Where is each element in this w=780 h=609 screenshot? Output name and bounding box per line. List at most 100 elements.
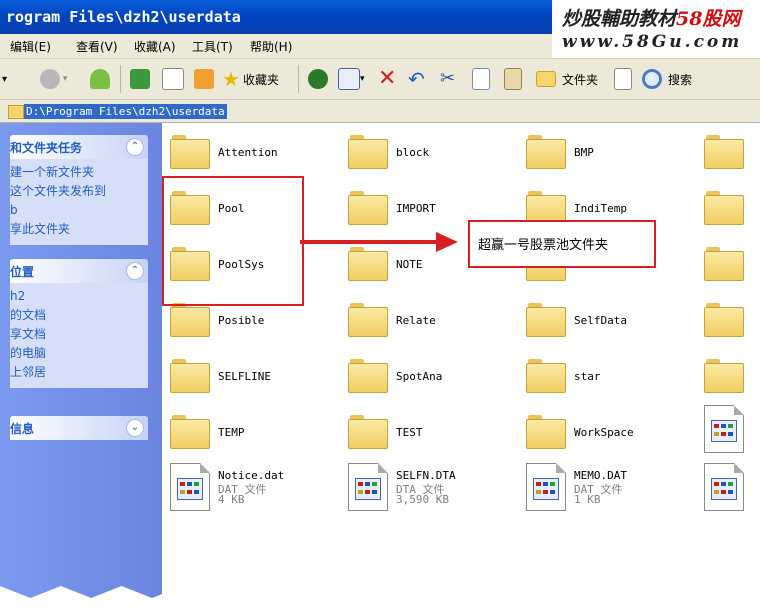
menu-view[interactable]: 查看(V) bbox=[76, 38, 118, 55]
file-item-memo[interactable]: MEMO.DAT DAT 文件 1 KB bbox=[526, 463, 696, 513]
cut-button[interactable]: ✂ bbox=[440, 67, 455, 91]
up-button[interactable] bbox=[90, 67, 110, 91]
folder-icon bbox=[526, 359, 566, 393]
folder-item[interactable]: WorkSpace bbox=[526, 411, 696, 455]
place-my-documents[interactable]: 的文档 bbox=[10, 306, 148, 325]
file-icon bbox=[170, 463, 210, 511]
folder-icon bbox=[526, 415, 566, 449]
panel-header[interactable]: 信息 ⌄ bbox=[10, 416, 148, 440]
folders-label: 文件夹 bbox=[562, 72, 599, 87]
undo-button[interactable]: ↶ bbox=[408, 67, 425, 91]
delete-icon: ✕ bbox=[378, 66, 397, 91]
folder-item[interactable]: BMP bbox=[526, 131, 696, 175]
home-icon bbox=[194, 69, 214, 89]
folder-item[interactable] bbox=[704, 187, 760, 231]
stop-button[interactable] bbox=[162, 67, 184, 91]
highlight-box bbox=[162, 176, 304, 306]
folder-item[interactable] bbox=[704, 131, 760, 175]
collapse-icon[interactable]: ⌃ bbox=[126, 138, 144, 156]
address-bar: D:\Program Files\dzh2\userdata bbox=[0, 100, 760, 123]
back-button[interactable]: ▾ bbox=[2, 67, 7, 91]
toolbar: ▾ ▾ ★ 收藏夹 ▾ ✕ ↶ ✂ 文件夹 搜索 bbox=[0, 59, 760, 100]
watermark-brand: 58股网 bbox=[676, 8, 741, 30]
folder-icon bbox=[348, 247, 388, 281]
folder-icon bbox=[348, 191, 388, 225]
views-button[interactable]: ▾ bbox=[338, 67, 365, 91]
menu-tools[interactable]: 工具(T) bbox=[192, 38, 233, 55]
folder-item[interactable]: star bbox=[526, 355, 696, 399]
file-folder-tasks-panel: 和文件夹任务 ⌃ 建一个新文件夹 这个文件夹发布到 b 享此文件夹 bbox=[10, 135, 148, 245]
folder-icon bbox=[348, 303, 388, 337]
folder-item[interactable] bbox=[704, 355, 760, 399]
arrow-head-icon bbox=[436, 232, 458, 252]
menu-edit[interactable]: 编辑(E) bbox=[10, 38, 51, 55]
paste-button[interactable] bbox=[504, 67, 522, 91]
task-publish-folder-cont[interactable]: b bbox=[10, 201, 148, 220]
search-button[interactable]: 搜索 bbox=[642, 67, 692, 91]
task-share-folder[interactable]: 享此文件夹 bbox=[10, 220, 148, 239]
file-icon bbox=[704, 405, 744, 453]
place-my-computer[interactable]: 的电脑 bbox=[10, 344, 148, 363]
menu-help[interactable]: 帮助(H) bbox=[250, 38, 292, 55]
properties-button[interactable] bbox=[614, 67, 632, 91]
folder-icon bbox=[170, 303, 210, 337]
folder-item[interactable]: TEST bbox=[348, 411, 518, 455]
history-icon bbox=[308, 69, 328, 89]
expand-icon[interactable]: ⌄ bbox=[126, 419, 144, 437]
place-shared-documents[interactable]: 享文档 bbox=[10, 325, 148, 344]
file-size: 3,590 KB bbox=[396, 493, 449, 506]
collapse-icon[interactable]: ⌃ bbox=[126, 262, 144, 280]
folder-item[interactable]: SELFLINE bbox=[170, 355, 340, 399]
folder-item[interactable]: Attention bbox=[170, 131, 340, 175]
home-button[interactable] bbox=[194, 67, 214, 91]
history-button[interactable] bbox=[308, 67, 328, 91]
file-item-selfn[interactable]: SELFN.DTA DTA 文件 3,590 KB bbox=[348, 463, 518, 513]
copy-icon bbox=[472, 68, 490, 90]
star-icon: ★ bbox=[222, 67, 240, 91]
window-title: rogram Files\dzh2\userdata bbox=[6, 8, 241, 26]
folder-item[interactable]: SelfData bbox=[526, 299, 696, 343]
copy-button[interactable] bbox=[472, 67, 490, 91]
watermark: 炒股輔助教材58股网 www.58Gu.com bbox=[552, 0, 780, 58]
panel-header[interactable]: 位置 ⌃ bbox=[10, 259, 148, 283]
delete-button[interactable]: ✕ bbox=[378, 67, 396, 91]
folder-item[interactable]: block bbox=[348, 131, 518, 175]
folders-button[interactable]: 文件夹 bbox=[536, 67, 598, 91]
panel-title: 和文件夹任务 bbox=[10, 141, 83, 155]
panel-header[interactable]: 和文件夹任务 ⌃ bbox=[10, 135, 148, 159]
folder-item[interactable]: TEMP bbox=[170, 411, 340, 455]
toolbar-separator bbox=[298, 65, 299, 93]
file-item-notice[interactable]: Notice.dat DAT 文件 4 KB bbox=[170, 463, 340, 513]
address-input[interactable]: D:\Program Files\dzh2\userdata bbox=[24, 104, 227, 119]
folder-item[interactable] bbox=[704, 299, 760, 343]
task-pane: 和文件夹任务 ⌃ 建一个新文件夹 这个文件夹发布到 b 享此文件夹 位置 ⌃ h… bbox=[0, 123, 162, 598]
task-publish-folder[interactable]: 这个文件夹发布到 bbox=[10, 182, 148, 201]
paste-icon bbox=[504, 68, 522, 90]
watermark-url: www.58Gu.com bbox=[562, 32, 743, 52]
favorites-button[interactable]: ★ 收藏夹 bbox=[222, 67, 279, 91]
file-item[interactable] bbox=[704, 463, 760, 513]
folder-icon bbox=[170, 415, 210, 449]
folder-icon bbox=[704, 247, 744, 281]
folder-icon bbox=[348, 135, 388, 169]
refresh-button[interactable] bbox=[130, 67, 150, 91]
file-item[interactable] bbox=[704, 405, 760, 453]
toolbar-separator bbox=[120, 65, 121, 93]
folder-icon bbox=[170, 359, 210, 393]
refresh-icon bbox=[130, 69, 150, 89]
place-dzh2[interactable]: h2 bbox=[10, 287, 148, 306]
annotation-text: 超赢一号股票池文件夹 bbox=[478, 238, 609, 253]
explorer-window: rogram Files\dzh2\userdata 编辑(E) 查看(V) 收… bbox=[0, 0, 760, 598]
folder-icon bbox=[526, 303, 566, 337]
properties-icon bbox=[614, 68, 632, 90]
menu-favorites[interactable]: 收藏(A) bbox=[134, 38, 176, 55]
file-icon bbox=[526, 463, 566, 511]
task-new-folder[interactable]: 建一个新文件夹 bbox=[10, 163, 148, 182]
file-size: 4 KB bbox=[218, 493, 245, 506]
forward-button[interactable]: ▾ bbox=[40, 67, 67, 91]
folder-item[interactable]: SpotAna bbox=[348, 355, 518, 399]
folder-item[interactable] bbox=[704, 243, 760, 287]
folder-item[interactable]: Relate bbox=[348, 299, 518, 343]
stop-icon bbox=[162, 68, 184, 90]
place-network[interactable]: 上邻居 bbox=[10, 363, 148, 382]
